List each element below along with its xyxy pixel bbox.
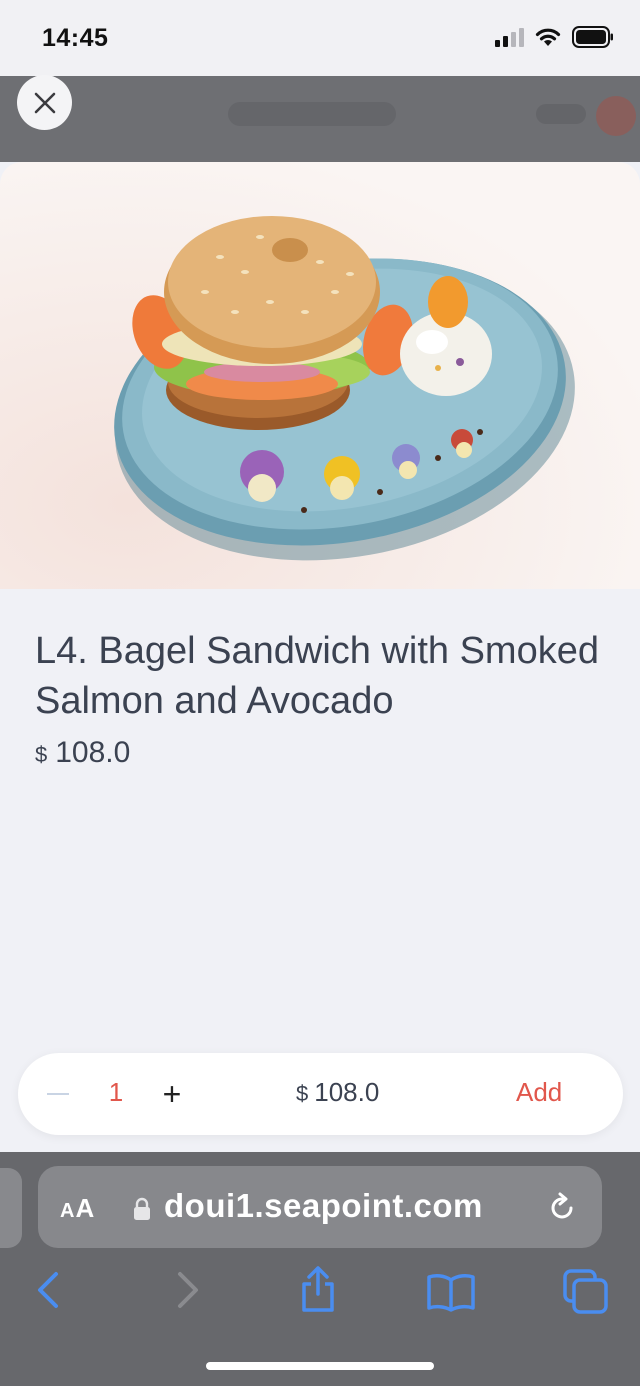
- lock-icon: [134, 1197, 150, 1220]
- status-bar: 14:45: [0, 0, 640, 76]
- tabs-icon[interactable]: [562, 1268, 610, 1316]
- text-size-button[interactable]: AA: [60, 1193, 95, 1224]
- forward-icon[interactable]: [172, 1270, 202, 1310]
- address-bar[interactable]: AA doui1.seapoint.com: [38, 1166, 602, 1248]
- item-price-currency: $: [35, 742, 48, 767]
- bagel-plate-illustration: [114, 216, 575, 561]
- home-indicator: [206, 1362, 434, 1370]
- order-total-value: 108.0: [314, 1077, 380, 1107]
- browser-toolbar: AA doui1.seapoint.com: [0, 1152, 640, 1386]
- product-image: [0, 162, 640, 589]
- status-time: 14:45: [42, 24, 109, 52]
- add-button[interactable]: Add: [516, 1077, 562, 1108]
- blurred-page-action: [536, 104, 586, 124]
- close-icon: [34, 92, 55, 113]
- increase-quantity-button[interactable]: +: [158, 1078, 186, 1110]
- item-title: L4. Bagel Sandwich with Smoked Salmon an…: [35, 630, 599, 722]
- item-price: $ 108.0: [35, 736, 130, 770]
- url-text[interactable]: doui1.seapoint.com: [164, 1187, 483, 1225]
- dimmed-background-page: [0, 76, 640, 162]
- decrease-quantity-button[interactable]: [46, 1079, 70, 1109]
- item-price-value: 108.0: [55, 736, 131, 769]
- blurred-page-title: [228, 102, 396, 126]
- bookmarks-icon[interactable]: [426, 1272, 476, 1312]
- battery-icon: [572, 26, 613, 48]
- order-total: $ 108.0: [296, 1077, 379, 1108]
- quantity-value: 1: [108, 1077, 124, 1107]
- blurred-cart-badge: [596, 96, 636, 136]
- share-icon[interactable]: [298, 1264, 338, 1314]
- order-total-currency: $: [296, 1081, 309, 1106]
- wifi-icon: [535, 28, 561, 46]
- product-detail-sheet: L4. Bagel Sandwich with Smoked Salmon an…: [0, 162, 640, 1154]
- reload-icon[interactable]: [546, 1191, 578, 1223]
- minus-icon: [47, 1093, 69, 1095]
- status-icons: [495, 26, 614, 48]
- previous-tab-preview[interactable]: [0, 1168, 22, 1248]
- close-button[interactable]: [17, 75, 72, 130]
- back-icon[interactable]: [34, 1270, 64, 1310]
- cellular-signal-icon: [495, 27, 524, 47]
- add-to-cart-bar: 1 + $ 108.0 Add: [18, 1053, 623, 1135]
